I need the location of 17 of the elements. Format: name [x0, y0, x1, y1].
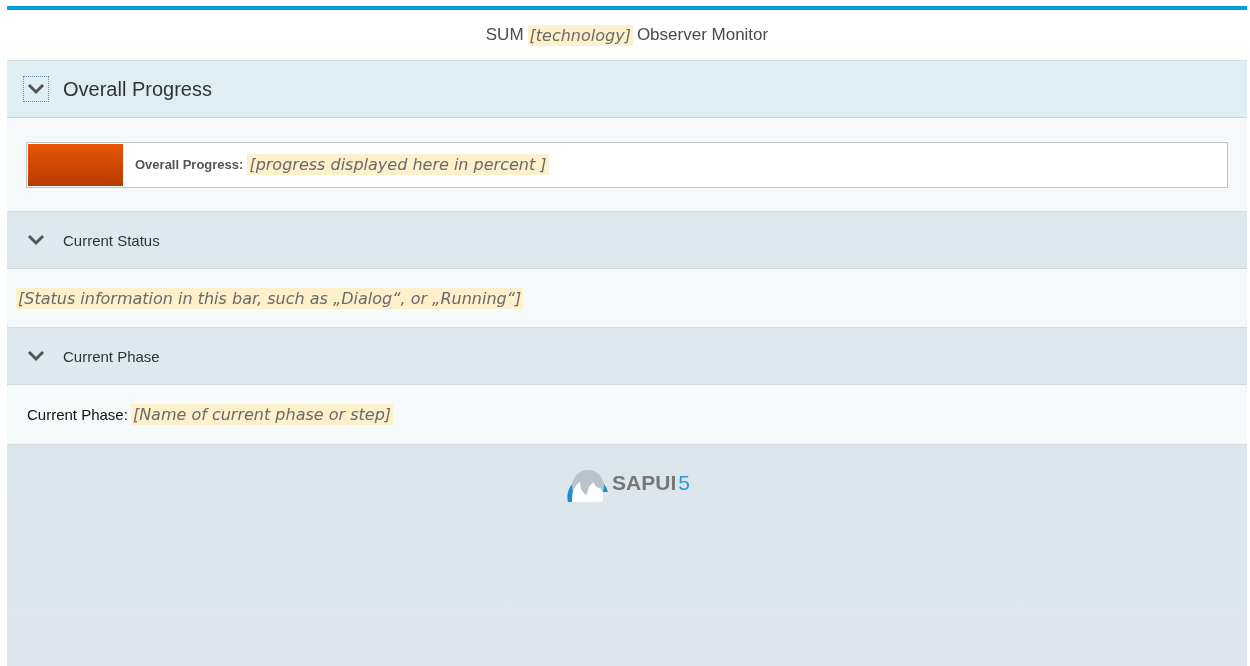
highlighted-text: [Status information in this bar, such as „Dialog“, or „Running“]	[16, 287, 524, 309]
chevron-icon	[27, 83, 45, 95]
window-title: SUM	[485, 25, 524, 45]
section-title: Current Phase	[63, 347, 160, 365]
collapse-button[interactable]	[23, 76, 49, 102]
section-title: Current Status	[63, 231, 160, 249]
chevron-icon	[27, 234, 45, 246]
phase-label: Current Phase:	[27, 406, 128, 423]
highlighted-text: [technology]	[527, 24, 633, 46]
progress-label: Overall Progress:	[135, 157, 244, 172]
highlighted-text: [progress displayed here in percent ]	[247, 154, 549, 175]
window-title-suffix: Observer Monitor	[636, 25, 769, 45]
section-title: Overall Progress	[63, 77, 212, 101]
highlighted-text: [Name of current phase or step]	[130, 404, 394, 425]
logo-version: 5	[678, 471, 690, 495]
chevron-icon	[27, 350, 45, 362]
logo-text: SAPUI	[612, 471, 677, 495]
